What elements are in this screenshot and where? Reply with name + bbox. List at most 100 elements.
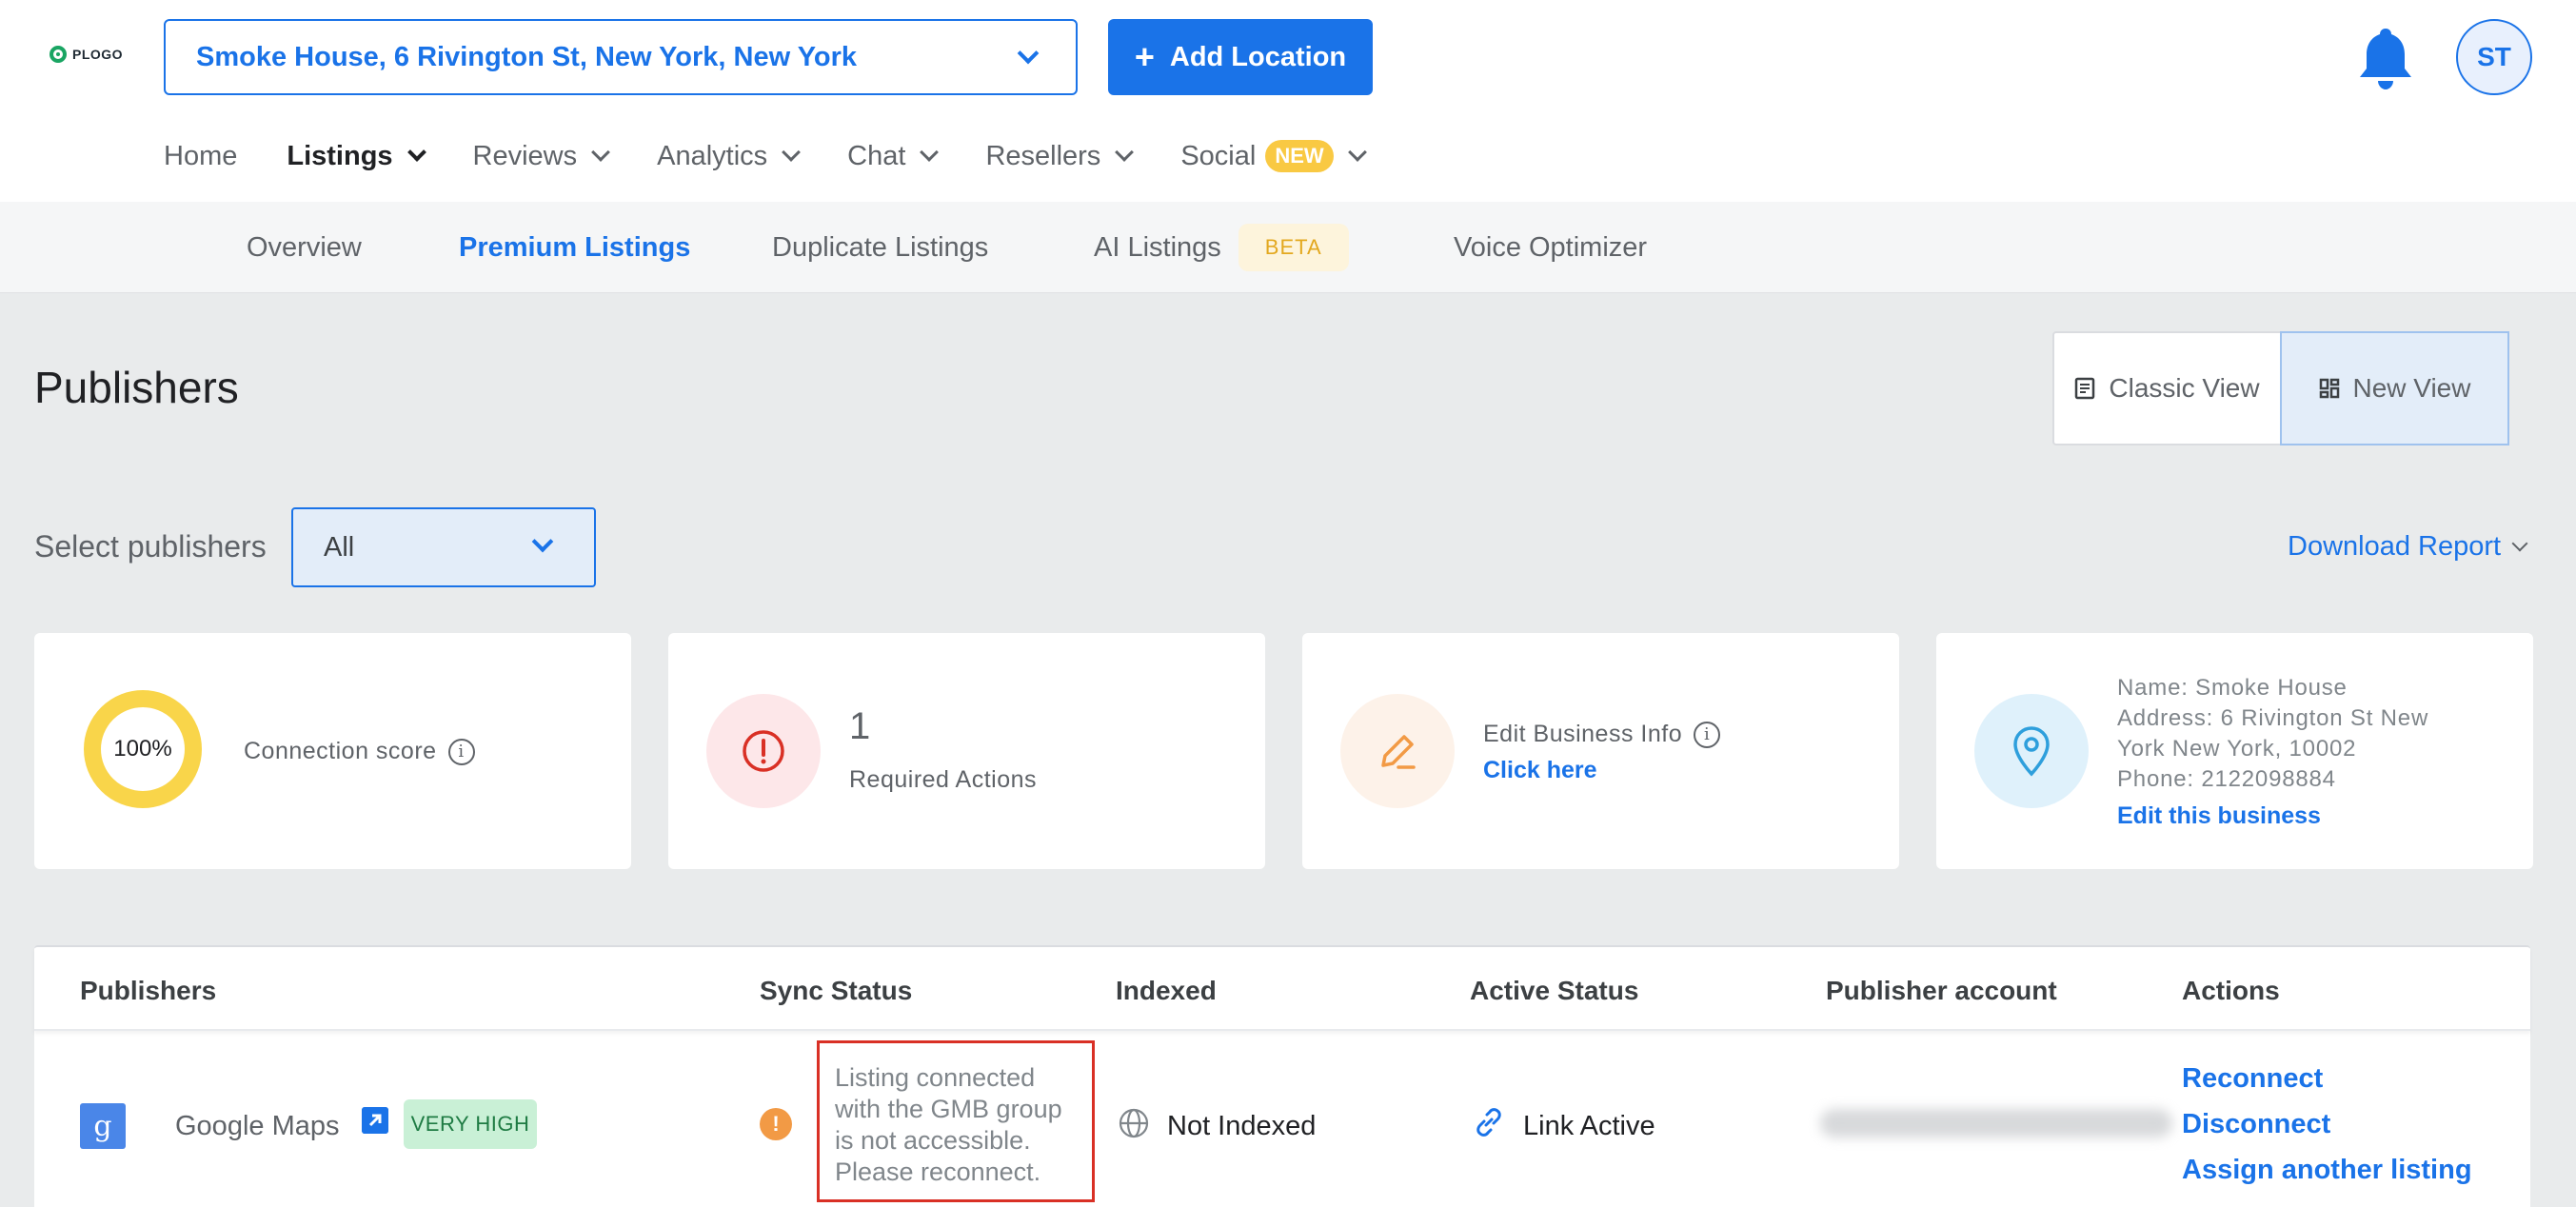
nav-item-reviews[interactable]: Reviews bbox=[472, 140, 611, 172]
connection-score-ring: 100% bbox=[84, 690, 202, 808]
active-status: Link Active bbox=[1523, 1111, 1655, 1141]
nav-item-label: Home bbox=[164, 140, 238, 171]
google-maps-icon: g bbox=[80, 1103, 126, 1149]
connection-score-text: Connection score bbox=[244, 738, 437, 764]
link-icon bbox=[1476, 1108, 1501, 1137]
top-header: PLOGO Smoke House, 6 Rivington St, New Y… bbox=[0, 0, 2576, 202]
tab-voice-optimizer[interactable]: Voice Optimizer bbox=[1454, 202, 1647, 293]
info-icon[interactable]: i bbox=[1694, 722, 1721, 749]
business-name: Name: Smoke House bbox=[2117, 675, 2348, 701]
location-select[interactable]: Smoke House, 6 Rivington St, New York, N… bbox=[164, 19, 1078, 95]
assign-another-listing-link[interactable]: Assign another listing bbox=[2182, 1155, 2472, 1186]
new-view-label: New View bbox=[2352, 373, 2471, 403]
download-report-label: Download Report bbox=[2288, 531, 2502, 562]
info-icon[interactable]: i bbox=[447, 739, 475, 766]
new-view-button[interactable]: New View bbox=[2280, 331, 2509, 445]
nav-item-label: Reviews bbox=[472, 140, 578, 171]
plus-icon: + bbox=[1134, 37, 1155, 76]
tab-ai-listings[interactable]: AI Listings BETA bbox=[1094, 202, 1349, 293]
view-toggle: Classic View New View bbox=[2052, 331, 2509, 445]
download-report-button[interactable]: Download Report bbox=[2288, 531, 2528, 563]
globe-icon bbox=[1119, 1108, 1149, 1138]
column-header-actions[interactable]: Actions bbox=[2182, 976, 2280, 1006]
nav-item-label: Listings bbox=[287, 140, 393, 171]
business-address-1: Address: 6 Rivington St New bbox=[2117, 705, 2429, 731]
location-select-value: Smoke House, 6 Rivington St, New York, N… bbox=[196, 41, 858, 72]
edit-this-business-link[interactable]: Edit this business bbox=[2117, 802, 2321, 830]
nav-item-resellers[interactable]: Resellers bbox=[985, 140, 1135, 172]
pencil-icon-circle bbox=[1340, 694, 1455, 808]
edit-business-link[interactable]: Click here bbox=[1483, 757, 1597, 784]
indexed-status: Not Indexed bbox=[1167, 1111, 1317, 1141]
nav-item-label: Resellers bbox=[985, 140, 1101, 171]
sub-nav: Overview Premium Listings Duplicate List… bbox=[0, 202, 2576, 293]
column-header-publisher-account[interactable]: Publisher account bbox=[1826, 976, 2057, 1006]
publisher-account-blurred bbox=[1820, 1109, 2172, 1138]
nav-item-social[interactable]: Social NEW bbox=[1180, 140, 1367, 172]
business-address-2: York New York, 10002 bbox=[2117, 736, 2357, 762]
add-location-label: Add Location bbox=[1169, 41, 1347, 72]
publishers-select[interactable]: All bbox=[291, 507, 596, 587]
warning-icon: ! bbox=[760, 1108, 792, 1140]
location-icon-circle bbox=[1974, 694, 2089, 808]
tab-ai-listings-label: AI Listings bbox=[1094, 231, 1221, 263]
column-header-publishers[interactable]: Publishers bbox=[80, 976, 216, 1006]
disconnect-link[interactable]: Disconnect bbox=[2182, 1109, 2330, 1140]
tab-duplicate-listings[interactable]: Duplicate Listings bbox=[772, 202, 988, 293]
tab-premium-listings[interactable]: Premium Listings bbox=[459, 202, 690, 293]
classic-view-label: Classic View bbox=[2109, 373, 2260, 403]
chevron-down-icon bbox=[2511, 535, 2528, 551]
column-header-indexed[interactable]: Indexed bbox=[1116, 976, 1217, 1006]
column-header-sync-status[interactable]: Sync Status bbox=[760, 976, 912, 1006]
connection-score-value: 100% bbox=[113, 736, 172, 762]
nav-item-home[interactable]: Home bbox=[164, 141, 237, 172]
priority-badge: VERY HIGH bbox=[404, 1099, 537, 1149]
nav-item-label: Social bbox=[1180, 140, 1257, 171]
app-logo[interactable]: PLOGO bbox=[50, 46, 123, 63]
beta-badge: BETA bbox=[1238, 224, 1349, 271]
required-actions-count: 1 bbox=[849, 705, 871, 747]
dashboard-icon bbox=[2319, 378, 2339, 399]
sync-status-message: Listing connected with the GMB group is … bbox=[817, 1040, 1095, 1202]
required-actions-card: 1 Required Actions bbox=[668, 633, 1265, 869]
sync-status-line: is not accessible. bbox=[835, 1126, 1031, 1155]
add-location-button[interactable]: + Add Location bbox=[1108, 19, 1373, 95]
business-phone: Phone: 2122098884 bbox=[2117, 766, 2336, 792]
edit-business-text: Edit Business Info bbox=[1483, 721, 1683, 747]
chevron-down-icon bbox=[531, 530, 554, 553]
classic-view-button[interactable]: Classic View bbox=[2054, 333, 2280, 444]
chevron-down-icon bbox=[1017, 42, 1040, 65]
select-publishers-label: Select publishers bbox=[34, 529, 267, 564]
bell-icon[interactable] bbox=[2355, 25, 2416, 91]
sync-status-line: Please reconnect. bbox=[835, 1158, 1041, 1186]
column-header-active-status[interactable]: Active Status bbox=[1470, 976, 1638, 1006]
page-title: Publishers bbox=[34, 363, 239, 412]
chevron-down-icon bbox=[591, 143, 611, 162]
alert-icon bbox=[743, 730, 784, 772]
new-badge: NEW bbox=[1265, 140, 1334, 172]
pencil-icon bbox=[1381, 735, 1416, 769]
user-avatar[interactable]: ST bbox=[2456, 19, 2532, 95]
logo-text: PLOGO bbox=[72, 47, 124, 62]
chevron-down-icon bbox=[782, 143, 802, 162]
nav-item-label: Analytics bbox=[657, 140, 768, 171]
logo-icon bbox=[50, 46, 67, 63]
connection-score-label: Connection score i bbox=[244, 738, 475, 766]
location-pin-icon bbox=[2013, 726, 2050, 777]
document-icon bbox=[2075, 377, 2095, 400]
nav-item-label: Chat bbox=[847, 140, 906, 171]
table-header: Publishers Sync Status Indexed Active St… bbox=[34, 947, 2530, 1031]
tab-overview[interactable]: Overview bbox=[247, 202, 362, 293]
business-details: Name: Smoke House Address: 6 Rivington S… bbox=[2117, 673, 2517, 795]
nav-item-chat[interactable]: Chat bbox=[847, 140, 940, 172]
nav-item-listings[interactable]: Listings bbox=[287, 140, 426, 172]
nav-item-analytics[interactable]: Analytics bbox=[657, 140, 802, 172]
chevron-down-icon bbox=[1347, 143, 1367, 162]
required-actions-label: Required Actions bbox=[849, 766, 1038, 793]
reconnect-link[interactable]: Reconnect bbox=[2182, 1063, 2323, 1095]
main-nav: Home Listings Reviews Analytics Chat Res… bbox=[164, 135, 1414, 177]
publishers-table: Publishers Sync Status Indexed Active St… bbox=[34, 945, 2530, 1207]
chevron-down-icon bbox=[406, 143, 426, 162]
edit-business-card: Edit Business Info i Click here bbox=[1302, 633, 1899, 869]
external-link-icon[interactable] bbox=[362, 1107, 388, 1134]
